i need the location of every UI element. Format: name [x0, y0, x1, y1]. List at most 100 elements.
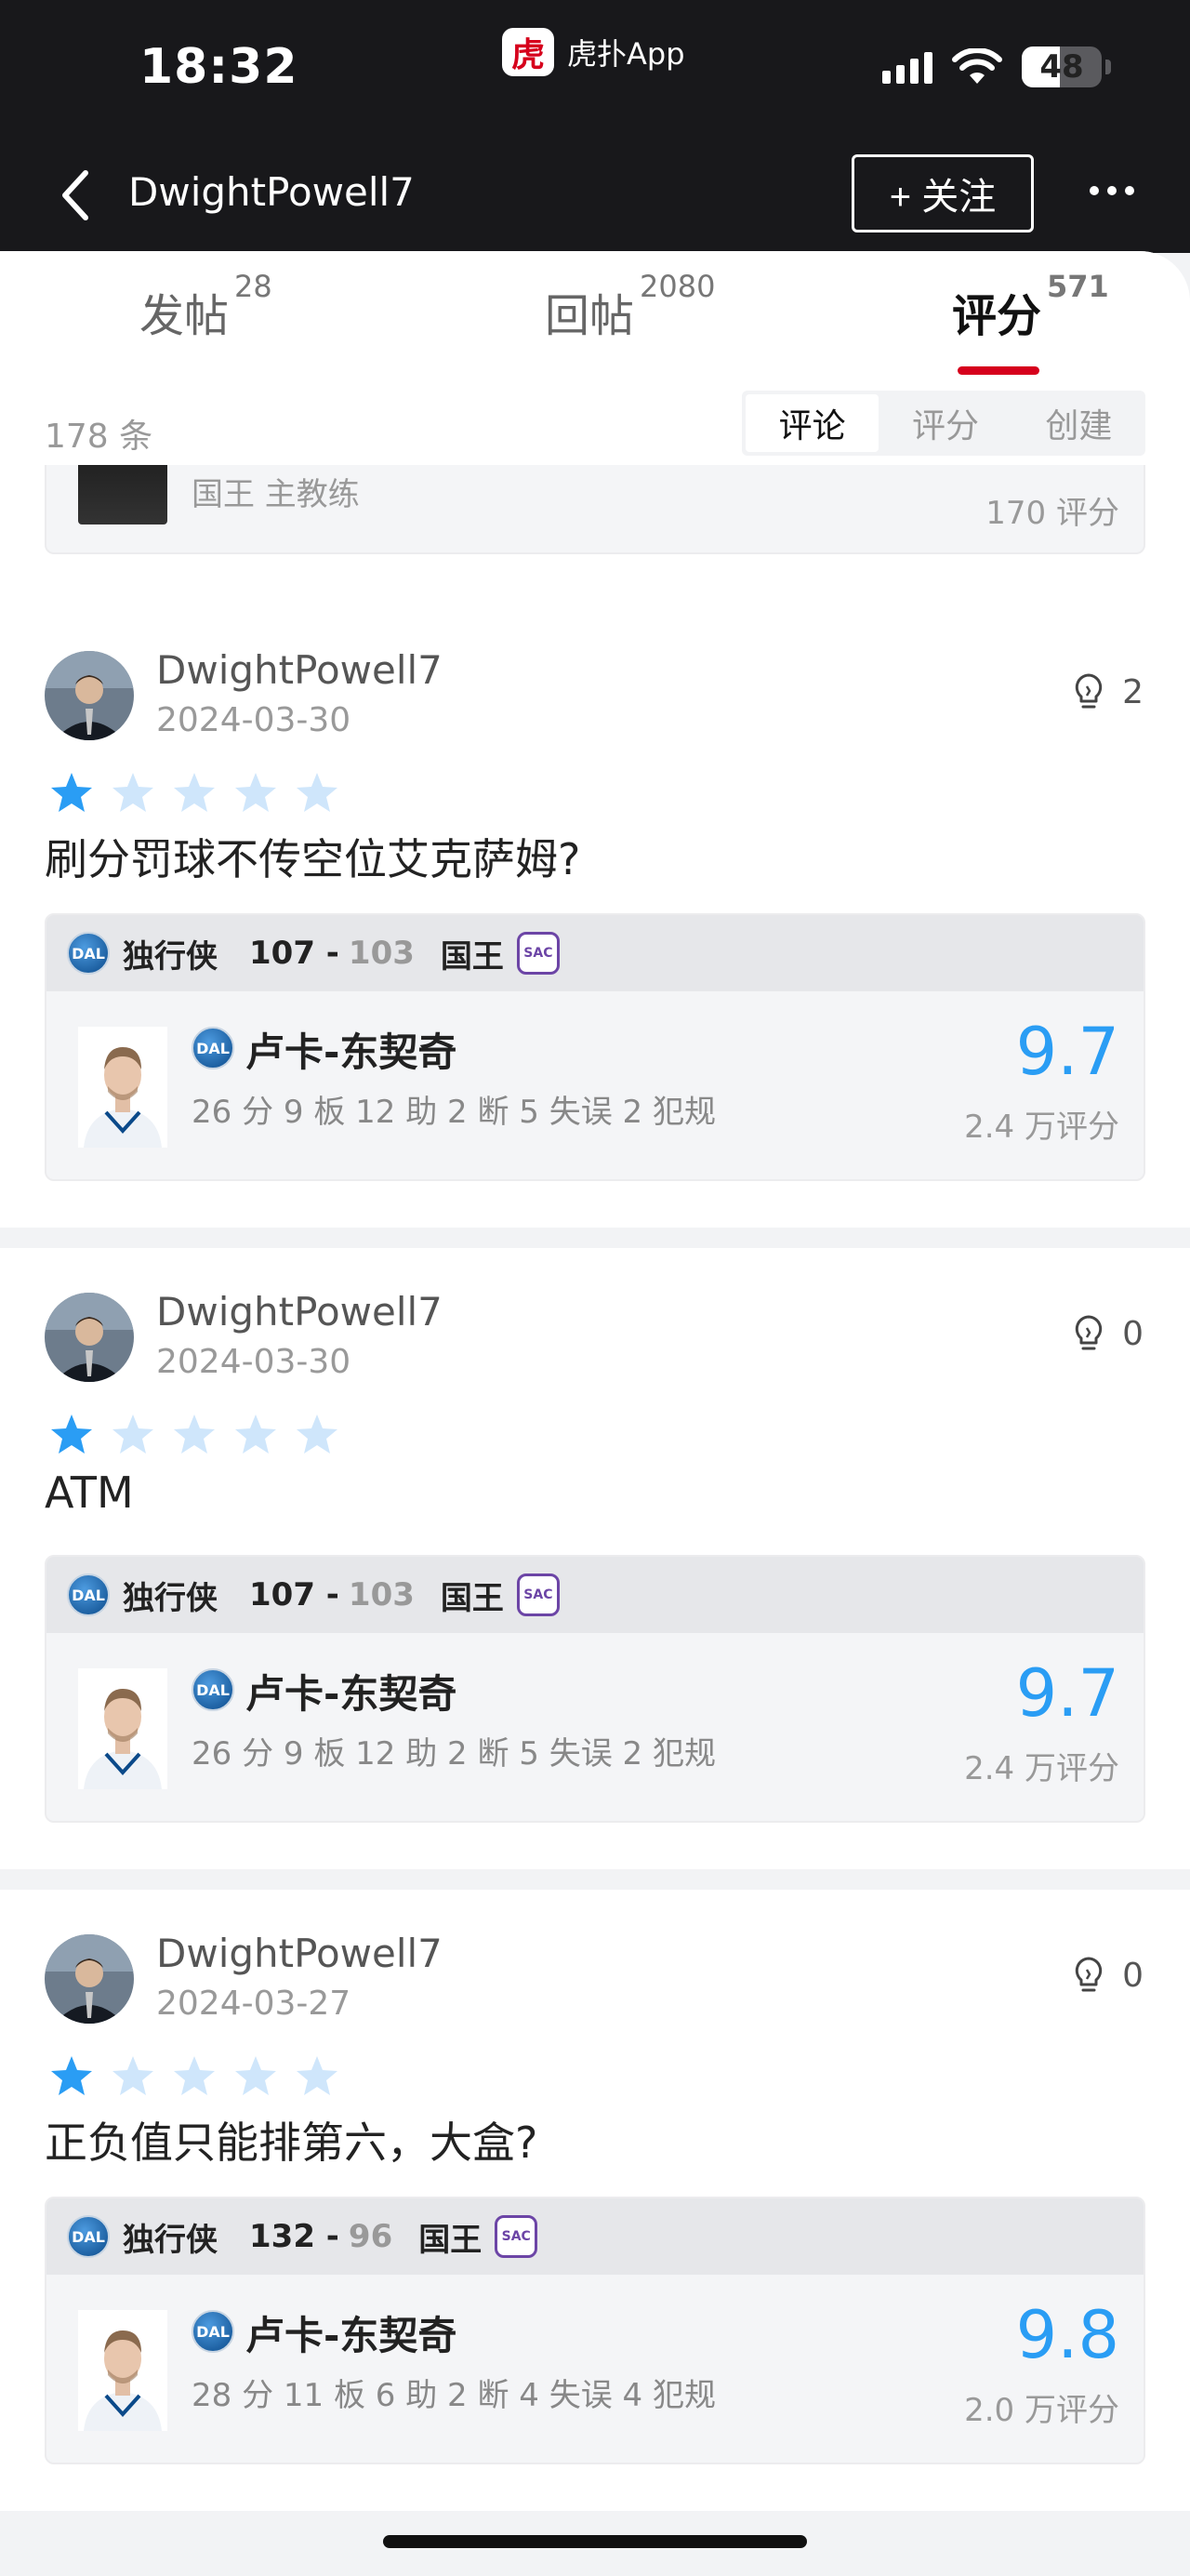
partial-subject-box: 国王 主教练 170 评分 [45, 465, 1145, 554]
player-photo [78, 1668, 167, 1789]
player-photo [78, 1027, 167, 1148]
star-rating [48, 1412, 340, 1458]
mavericks-logo-icon: DAL [67, 2215, 110, 2258]
player-name: 卢卡-东契奇 [245, 2313, 457, 2358]
player-team-logo-icon: DAL [192, 1027, 234, 1069]
review-text: 正负值只能排第六，大盒? [45, 2118, 538, 2168]
coach-photo [78, 465, 167, 524]
away-team-score: 107 - [249, 1576, 339, 1613]
star-empty-icon [112, 1414, 153, 1454]
like-button[interactable]: 0 [1072, 1313, 1144, 1354]
avatar[interactable] [45, 651, 134, 740]
star-filled-icon [51, 2056, 92, 2095]
wifi-icon [952, 48, 1002, 84]
player-stats: 26 分 9 板 12 助 2 断 5 失误 2 犯规 [192, 1094, 716, 1131]
player-rating-count: 2.4 万评分 [964, 1750, 1119, 1787]
follow-button[interactable]: + 关注 [852, 154, 1034, 232]
player-photo [78, 2310, 167, 2431]
player-team-logo-icon: DAL [192, 2310, 234, 2353]
tab-bar: 发帖28 回帖2080 评分571 [0, 251, 1190, 391]
page-title: DwightPowell7 [128, 169, 415, 215]
nav-bar: DwightPowell7 + 关注 [0, 149, 1190, 251]
player-name: 卢卡-东契奇 [245, 1671, 457, 1717]
game-header[interactable]: DAL 独行侠 107 - 103 国王 SAC [46, 1557, 1144, 1633]
battery-level: 48 [1039, 48, 1084, 86]
star-empty-icon [112, 773, 153, 812]
segment-ratings[interactable]: 评分 [879, 394, 1012, 452]
like-button[interactable]: 0 [1072, 1955, 1144, 1996]
mavericks-logo-icon: DAL [67, 1573, 110, 1616]
star-empty-icon [235, 2056, 276, 2095]
cellular-signal-icon [882, 50, 932, 84]
player-name: 卢卡-东契奇 [245, 1029, 457, 1075]
player-rating-count: 2.0 万评分 [964, 2392, 1119, 2429]
more-icon[interactable] [1090, 177, 1134, 205]
lightbulb-icon [1075, 1957, 1103, 1992]
star-empty-icon [235, 1414, 276, 1454]
game-player-card[interactable]: DAL 独行侠 107 - 103 国王 SAC DAL 卢卡-东契奇 26 分… [45, 913, 1145, 1181]
app-name: 虎扑App [567, 36, 685, 72]
player-score: 9.7 [1015, 1655, 1119, 1732]
status-icons: 48 [882, 46, 1111, 87]
star-empty-icon [112, 2056, 153, 2095]
status-time: 18:32 [139, 39, 298, 95]
away-team-name: 独行侠 [123, 2221, 218, 2259]
back-arrow-icon[interactable] [56, 166, 97, 225]
like-button[interactable]: 2 [1072, 671, 1144, 712]
like-count: 0 [1122, 1314, 1144, 1353]
subject-rating-count: 170 评分 [985, 495, 1119, 532]
away-team-score: 107 - [249, 935, 339, 972]
kings-logo-icon: SAC [495, 2215, 538, 2258]
home-indicator [383, 2535, 807, 2548]
tab-ratings[interactable]: 评分571 [952, 269, 1109, 344]
review-card[interactable]: DwightPowell7 2024-03-30 0 ATM DAL 独行侠 1… [0, 1248, 1190, 1869]
hupu-logo-icon: 虎 [502, 28, 554, 76]
app-indicator[interactable]: 虎 虎扑App [502, 28, 685, 76]
player-team-logo-icon: DAL [192, 1668, 234, 1711]
player-score: 9.8 [1015, 2297, 1119, 2373]
partial-review-card[interactable]: 国王 主教练 170 评分 [0, 465, 1190, 606]
top-bar: 18:32 虎 虎扑App 48 DwightPowell7 + 关注 [0, 0, 1190, 253]
star-rating [48, 2053, 340, 2100]
player-score: 9.7 [1015, 1014, 1119, 1090]
player-stats: 26 分 9 板 12 助 2 断 5 失误 2 犯规 [192, 1735, 716, 1773]
tab-posts[interactable]: 发帖28 [139, 269, 272, 344]
away-team-score: 132 - [249, 2218, 339, 2255]
away-team-name: 独行侠 [123, 937, 218, 976]
kings-logo-icon: SAC [516, 932, 560, 975]
total-count: 178 条 [45, 418, 153, 456]
like-count: 0 [1122, 1956, 1144, 1995]
avatar[interactable] [45, 1293, 134, 1382]
player-rating-count: 2.4 万评分 [964, 1109, 1119, 1146]
game-header[interactable]: DAL 独行侠 132 - 96 国王 SAC [46, 2198, 1144, 2275]
username[interactable]: DwightPowell7 [156, 647, 443, 693]
game-header[interactable]: DAL 独行侠 107 - 103 国王 SAC [46, 915, 1144, 991]
battery-icon: 48 [1022, 46, 1111, 87]
post-date: 2024-03-27 [156, 1985, 351, 2023]
segment-comments[interactable]: 评论 [746, 394, 879, 452]
screen: 18:32 虎 虎扑App 48 DwightPowell7 + 关注 发帖28… [0, 0, 1190, 2576]
review-card[interactable]: DwightPowell7 2024-03-30 2 刷分罚球不传空位艾克萨姆?… [0, 606, 1190, 1228]
segment-created[interactable]: 创建 [1012, 394, 1145, 452]
avatar[interactable] [45, 1934, 134, 2024]
tab-ratings-count: 571 [1047, 269, 1109, 304]
game-player-card[interactable]: DAL 独行侠 107 - 103 国王 SAC DAL 卢卡-东契奇 26 分… [45, 1555, 1145, 1823]
review-card[interactable]: DwightPowell7 2024-03-27 0 正负值只能排第六，大盒? … [0, 1890, 1190, 2511]
tab-replies-count: 2080 [640, 269, 716, 304]
username[interactable]: DwightPowell7 [156, 1289, 443, 1334]
star-empty-icon [174, 1414, 215, 1454]
star-empty-icon [297, 773, 337, 812]
username[interactable]: DwightPowell7 [156, 1931, 443, 1976]
home-team-name: 国王 [440, 937, 504, 976]
tab-replies[interactable]: 回帖2080 [545, 269, 715, 344]
like-count: 2 [1122, 672, 1144, 711]
subject-role: 国王 主教练 [192, 476, 360, 513]
star-empty-icon [174, 773, 215, 812]
away-team-name: 独行侠 [123, 1579, 218, 1617]
mavericks-logo-icon: DAL [67, 932, 110, 975]
star-empty-icon [297, 2056, 337, 2095]
star-filled-icon [51, 773, 92, 812]
game-player-card[interactable]: DAL 独行侠 132 - 96 国王 SAC DAL 卢卡-东契奇 28 分 … [45, 2197, 1145, 2464]
lightbulb-icon [1075, 1315, 1103, 1350]
star-filled-icon [51, 1414, 92, 1454]
